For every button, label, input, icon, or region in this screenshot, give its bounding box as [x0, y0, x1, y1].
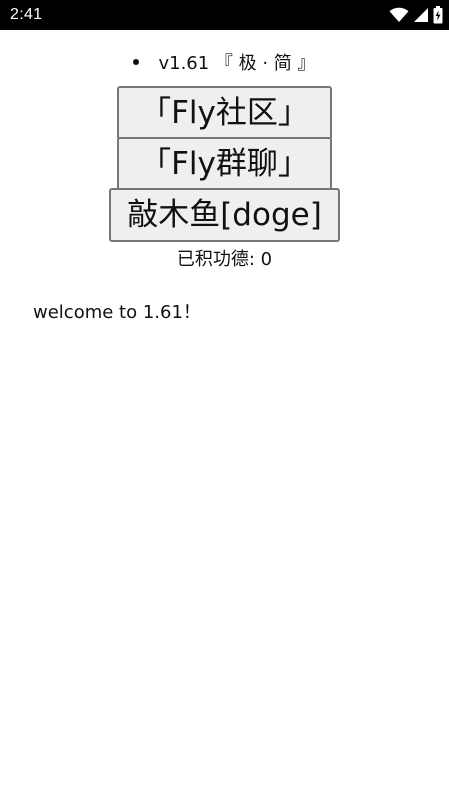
bullet-icon	[133, 59, 140, 65]
wooden-fish-button[interactable]: 敲木鱼[doge]	[109, 188, 340, 242]
version-text: v1.61 『 极 · 简 』	[158, 53, 316, 74]
signal-icon	[413, 7, 429, 23]
status-icons	[389, 5, 443, 25]
fly-community-button[interactable]: 「Fly社区」	[117, 86, 332, 140]
battery-charging-icon	[433, 6, 443, 24]
merit-counter: 已积功德: 0	[0, 248, 449, 272]
status-time: 2:41	[10, 6, 43, 23]
status-bar: 2:41	[0, 0, 449, 30]
merit-count: 0	[260, 249, 273, 270]
wifi-icon	[389, 7, 409, 23]
merit-label: 已积功德:	[176, 249, 261, 270]
main-content: v1.61 『 极 · 简 』 「Fly社区」 「Fly群聊」 敲木鱼[doge…	[0, 30, 449, 798]
version-list-item: v1.61 『 极 · 简 』	[0, 52, 449, 76]
fly-group-chat-button[interactable]: 「Fly群聊」	[117, 137, 332, 191]
welcome-text: welcome to 1.61！	[33, 302, 201, 323]
